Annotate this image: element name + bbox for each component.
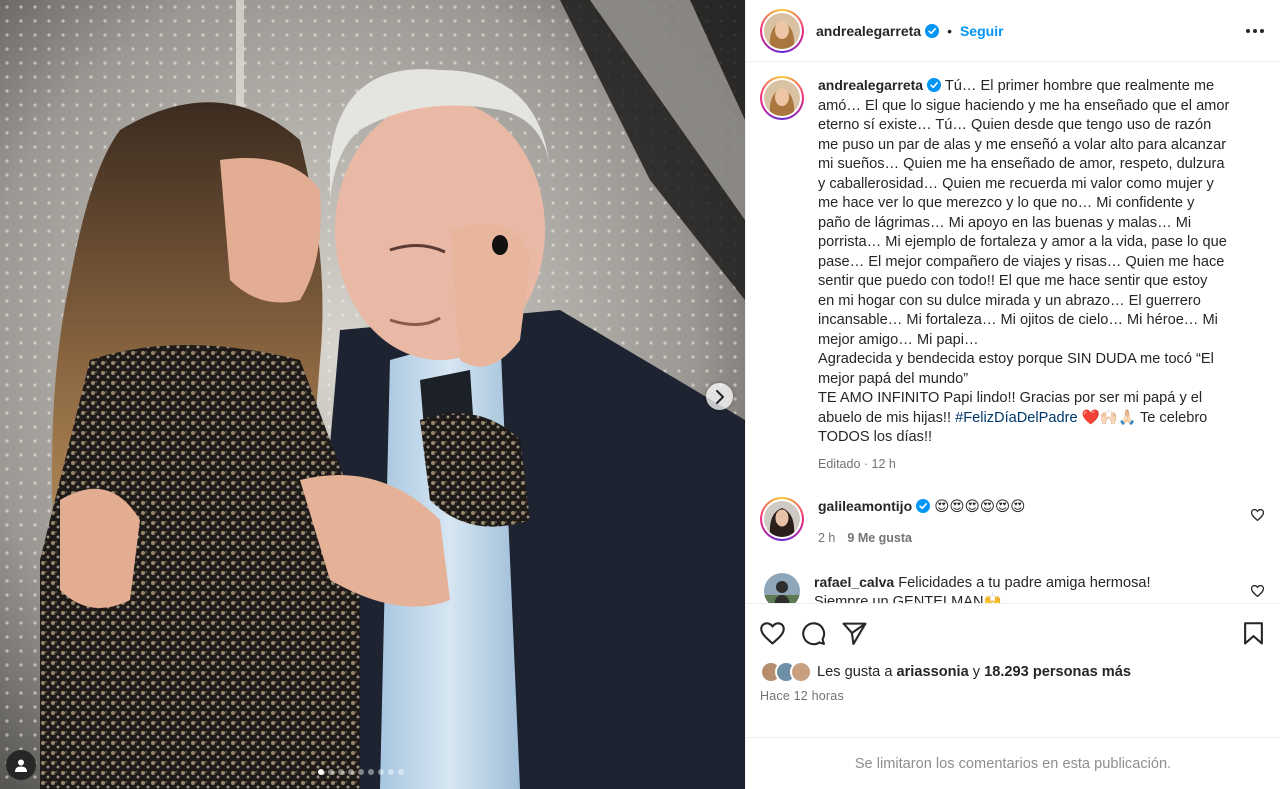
separator: • [947,22,952,39]
post-photo [0,0,745,789]
comment-body: rafael_calva Felicidades a tu padre amig… [814,573,1234,604]
caption-line: me puso un par de alas y me enseñó a vol… [818,136,1227,153]
comment-likes[interactable]: 9 Me gusta [847,531,912,545]
liker-username[interactable]: ariassonia [897,664,969,680]
hashtag-link[interactable]: #FelizDíaDelPadre [955,410,1077,426]
story-ring[interactable] [760,496,804,541]
carousel-dot [318,769,324,775]
caption-line: porrista… Mi ejemplo de fortaleza y amor… [818,234,1227,250]
post-media[interactable] [0,0,745,789]
caption-line: Te celebro [1136,409,1208,426]
caption-text: andrealegarreta Tú… El primer hombre que… [818,76,1258,448]
post-actions: Les gusta a ariassonia y 18.293 personas… [746,603,1280,737]
caption-meta: Editado · 12 h [818,456,896,471]
comment-item: rafael_calva Felicidades a tu padre amig… [760,572,1264,604]
edited-time[interactable]: 12 h [872,457,896,471]
comment-text-line2: Siempre un GENTELMAN🙌 [814,594,1002,603]
caption-line: TE AMO INFINITO Papi lindo!! Gracias por… [818,390,1203,406]
avatar [764,12,800,49]
heart-icon [760,621,785,644]
comment-username[interactable]: rafael_calva [814,574,894,590]
user-tag-icon [15,759,27,772]
comment-username[interactable]: galileamontijo [818,498,912,514]
story-ring[interactable] [760,76,804,120]
more-options-icon[interactable] [1246,28,1264,33]
caption-username[interactable]: andrealegarreta [818,77,923,93]
caption-line: mi sueños… Quien me ha enseñado de amor,… [818,156,1225,172]
bookmark-icon [1244,621,1263,644]
avatar [764,80,800,116]
carousel-dot [388,769,394,775]
caption-line: pase… El mejor compañero de viajes y ris… [818,253,1225,270]
likes-prefix: Les gusta a [817,664,897,680]
caption-line: eterno sí existe… Tú… Quien desde que te… [818,117,1212,133]
caption-line: abuelo de mis hijas!! [818,409,956,426]
tagged-users-button[interactable] [6,750,36,780]
save-button[interactable] [1243,621,1264,645]
carousel-dot [368,769,374,775]
likes-text: Les gusta a ariassonia y 18.293 personas… [817,664,1131,680]
caption: andrealegarreta Tú… El primer hombre que… [760,76,1264,471]
follow-button[interactable]: Seguir [960,23,1004,39]
carousel-indicator [318,769,404,775]
caption-line: Agradecida y bendecida estoy porque SIN … [818,351,1214,367]
comment-body: galileamontijo 😍😍😍😍😍😍 2 h 9 Me gusta [818,497,1238,549]
caption-line: en mi hogar con su dulce mirada y un abr… [818,292,1201,309]
paper-plane-icon [842,622,867,645]
comment-item: galileamontijo 😍😍😍😍😍😍 2 h 9 Me gusta [760,496,1264,549]
verified-badge-icon [916,498,931,513]
avatar [764,500,800,537]
carousel-dot [348,769,354,775]
share-button[interactable] [842,622,867,645]
caption-line: sentir que puedo con todo!! El que me ha… [818,273,1208,289]
likes-count[interactable]: 18.293 personas más [984,664,1131,680]
caption-body: andrealegarreta Tú… El primer hombre que… [818,76,1258,471]
caption-line: mejor papá del mundo” [818,370,969,387]
comment-meta: 2 h 9 Me gusta [818,529,1238,549]
caption-line: me hace ver lo que merezco y lo que no… … [818,195,1195,211]
post-header: andrealegarreta • Seguir [746,0,1280,62]
next-photo-button[interactable] [706,383,733,410]
post-container: andrealegarreta • Seguir andrealegarreta… [0,0,1280,789]
post-time[interactable]: Hace 12 horas [760,689,1264,703]
heart-icon[interactable] [1251,584,1264,597]
chevron-right-icon [715,389,724,404]
caption-line: incansable… Mi fortaleza… Mi ojitos de c… [818,312,1218,328]
post-side-panel: andrealegarreta • Seguir andrealegarreta… [745,0,1280,789]
heart-icon[interactable] [1251,508,1264,521]
caption-emoji: ❤️🙌🏻🙏🏻 [1077,409,1137,426]
caption-line: mejor amigo… Mi papi… [818,331,979,348]
caption-line: y caballerosidad… Quien me recuerda mi v… [818,175,1214,192]
edited-label: Editado [818,456,861,471]
verified-badge-icon [925,23,940,38]
story-ring[interactable] [760,8,804,53]
caption-line: Tú… El primer hombre que realmente me [944,78,1215,94]
liker-avatars[interactable] [760,661,812,683]
comment-text: 😍😍😍😍😍😍 [934,498,1026,515]
caption-line: paño de lágrimas… Mi apoyo en las buenas… [818,214,1192,231]
comment-time[interactable]: 2 h [818,531,835,545]
comments-section: andrealegarreta Tú… El primer hombre que… [746,62,1280,603]
likes-middle: y [968,664,985,680]
caption-line: amó… El que lo sigue haciendo y me ha en… [818,97,1230,114]
carousel-dot [358,769,364,775]
action-bar [760,618,1264,648]
likes-summary: Les gusta a ariassonia y 18.293 personas… [760,661,1264,683]
header-username[interactable]: andrealegarreta [816,23,921,39]
like-button[interactable] [760,621,785,645]
carousel-dot [378,769,384,775]
avatar[interactable] [764,572,800,604]
carousel-dot [338,769,344,775]
comment-text: Felicidades a tu padre amiga hermosa! [898,574,1151,591]
avatar [790,661,812,683]
carousel-dot [328,769,334,775]
comment-button[interactable] [801,621,826,646]
verified-badge-icon [927,78,942,92]
header-user-info: andrealegarreta • Seguir [816,23,1004,39]
comments-limited-notice: Se limitaron los comentarios en esta pub… [746,737,1280,789]
comment-bubble-icon [802,621,826,645]
carousel-dot [398,769,404,775]
caption-line: TODOS los días!! [818,429,933,445]
